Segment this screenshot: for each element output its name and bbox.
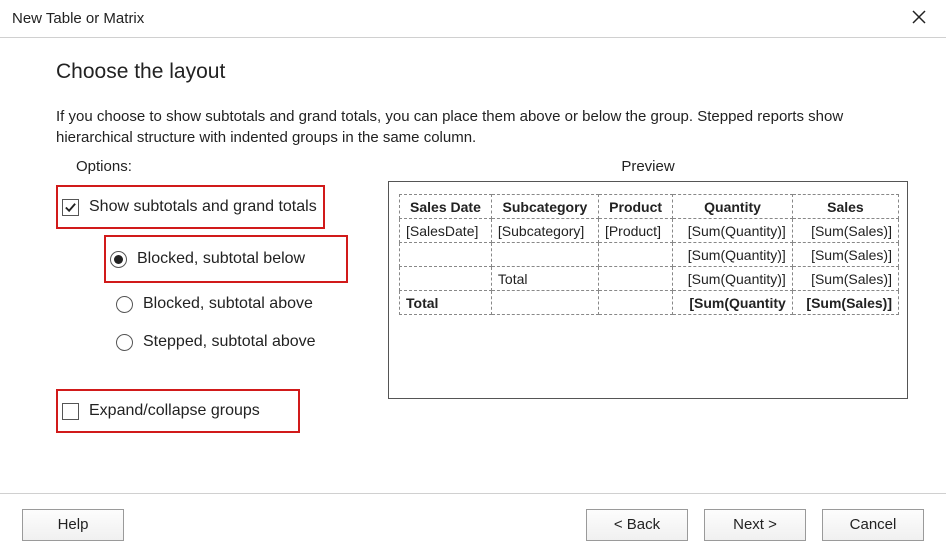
highlight-show-totals: Show subtotals and grand totals [56, 185, 325, 229]
radio-blocked-above-label: Blocked, subtotal above [143, 295, 313, 313]
expand-collapse-checkbox-row[interactable]: Expand/collapse groups [62, 394, 292, 428]
highlight-blocked-below: Blocked, subtotal below [104, 235, 348, 283]
cell: Total [491, 267, 598, 291]
cell [598, 243, 672, 267]
next-button[interactable]: Next > [704, 509, 806, 541]
cell: [Subcategory] [491, 219, 598, 243]
radio-blocked-below[interactable]: Blocked, subtotal below [110, 240, 340, 278]
wizard-window: New Table or Matrix Choose the layout If… [0, 0, 946, 555]
col-header: Sales Date [400, 195, 492, 219]
show-totals-checkbox-row[interactable]: Show subtotals and grand totals [62, 190, 317, 224]
highlight-expand-collapse: Expand/collapse groups [56, 389, 300, 433]
preview-box: Sales Date Subcategory Product Quantity … [388, 181, 908, 399]
cell: Total [400, 291, 492, 315]
help-button[interactable]: Help [22, 509, 124, 541]
preview-label: Preview [388, 158, 908, 175]
options-panel: Options: Show subtotals and grand totals [56, 158, 348, 433]
content-area: Choose the layout If you choose to show … [0, 38, 946, 493]
cell: [Sum(Sales)] [792, 291, 898, 315]
cell: [Sum(Quantity)] [673, 219, 793, 243]
table-row: Total [Sum(Quantity)] [Sum(Sales)] [400, 267, 899, 291]
col-header: Product [598, 195, 672, 219]
footer: Help < Back Next > Cancel [0, 493, 946, 555]
show-totals-label: Show subtotals and grand totals [89, 198, 317, 216]
cell: [Sum(Quantity)] [673, 243, 793, 267]
cell: [Sum(Sales)] [792, 243, 898, 267]
cell [598, 267, 672, 291]
col-header: Subcategory [491, 195, 598, 219]
radio-icon [110, 251, 127, 268]
cell [491, 243, 598, 267]
cell: [Sum(Sales)] [792, 267, 898, 291]
table-row: [Sum(Quantity)] [Sum(Sales)] [400, 243, 899, 267]
cell: [Sum(Sales)] [792, 219, 898, 243]
table-total-row: Total [Sum(Quantity [Sum(Sales)] [400, 291, 899, 315]
options-label: Options: [76, 158, 348, 175]
table-header-row: Sales Date Subcategory Product Quantity … [400, 195, 899, 219]
cell [598, 291, 672, 315]
page-description: If you choose to show subtotals and gran… [56, 106, 876, 148]
cancel-button[interactable]: Cancel [822, 509, 924, 541]
window-title: New Table or Matrix [12, 10, 144, 27]
expand-collapse-label: Expand/collapse groups [89, 402, 260, 420]
radio-icon [116, 296, 133, 313]
cell [491, 291, 598, 315]
col-header: Sales [792, 195, 898, 219]
back-button[interactable]: < Back [586, 509, 688, 541]
close-icon[interactable] [904, 4, 934, 33]
cell: [SalesDate] [400, 219, 492, 243]
radio-blocked-below-label: Blocked, subtotal below [137, 250, 305, 268]
cell: [Product] [598, 219, 672, 243]
cell: [Sum(Quantity)] [673, 267, 793, 291]
checkbox-icon [62, 403, 79, 420]
radio-blocked-above[interactable]: Blocked, subtotal above [116, 285, 348, 323]
radio-icon [116, 334, 133, 351]
cell: [Sum(Quantity [673, 291, 793, 315]
cell [400, 243, 492, 267]
checkbox-icon [62, 199, 79, 216]
radio-stepped-above-label: Stepped, subtotal above [143, 333, 316, 351]
preview-table: Sales Date Subcategory Product Quantity … [399, 194, 899, 315]
radio-stepped-above[interactable]: Stepped, subtotal above [116, 323, 348, 361]
titlebar: New Table or Matrix [0, 0, 946, 38]
col-header: Quantity [673, 195, 793, 219]
cell [400, 267, 492, 291]
page-heading: Choose the layout [56, 60, 890, 84]
table-row: [SalesDate] [Subcategory] [Product] [Sum… [400, 219, 899, 243]
preview-panel: Preview Sales Date Subcategory Product Q… [388, 158, 908, 399]
